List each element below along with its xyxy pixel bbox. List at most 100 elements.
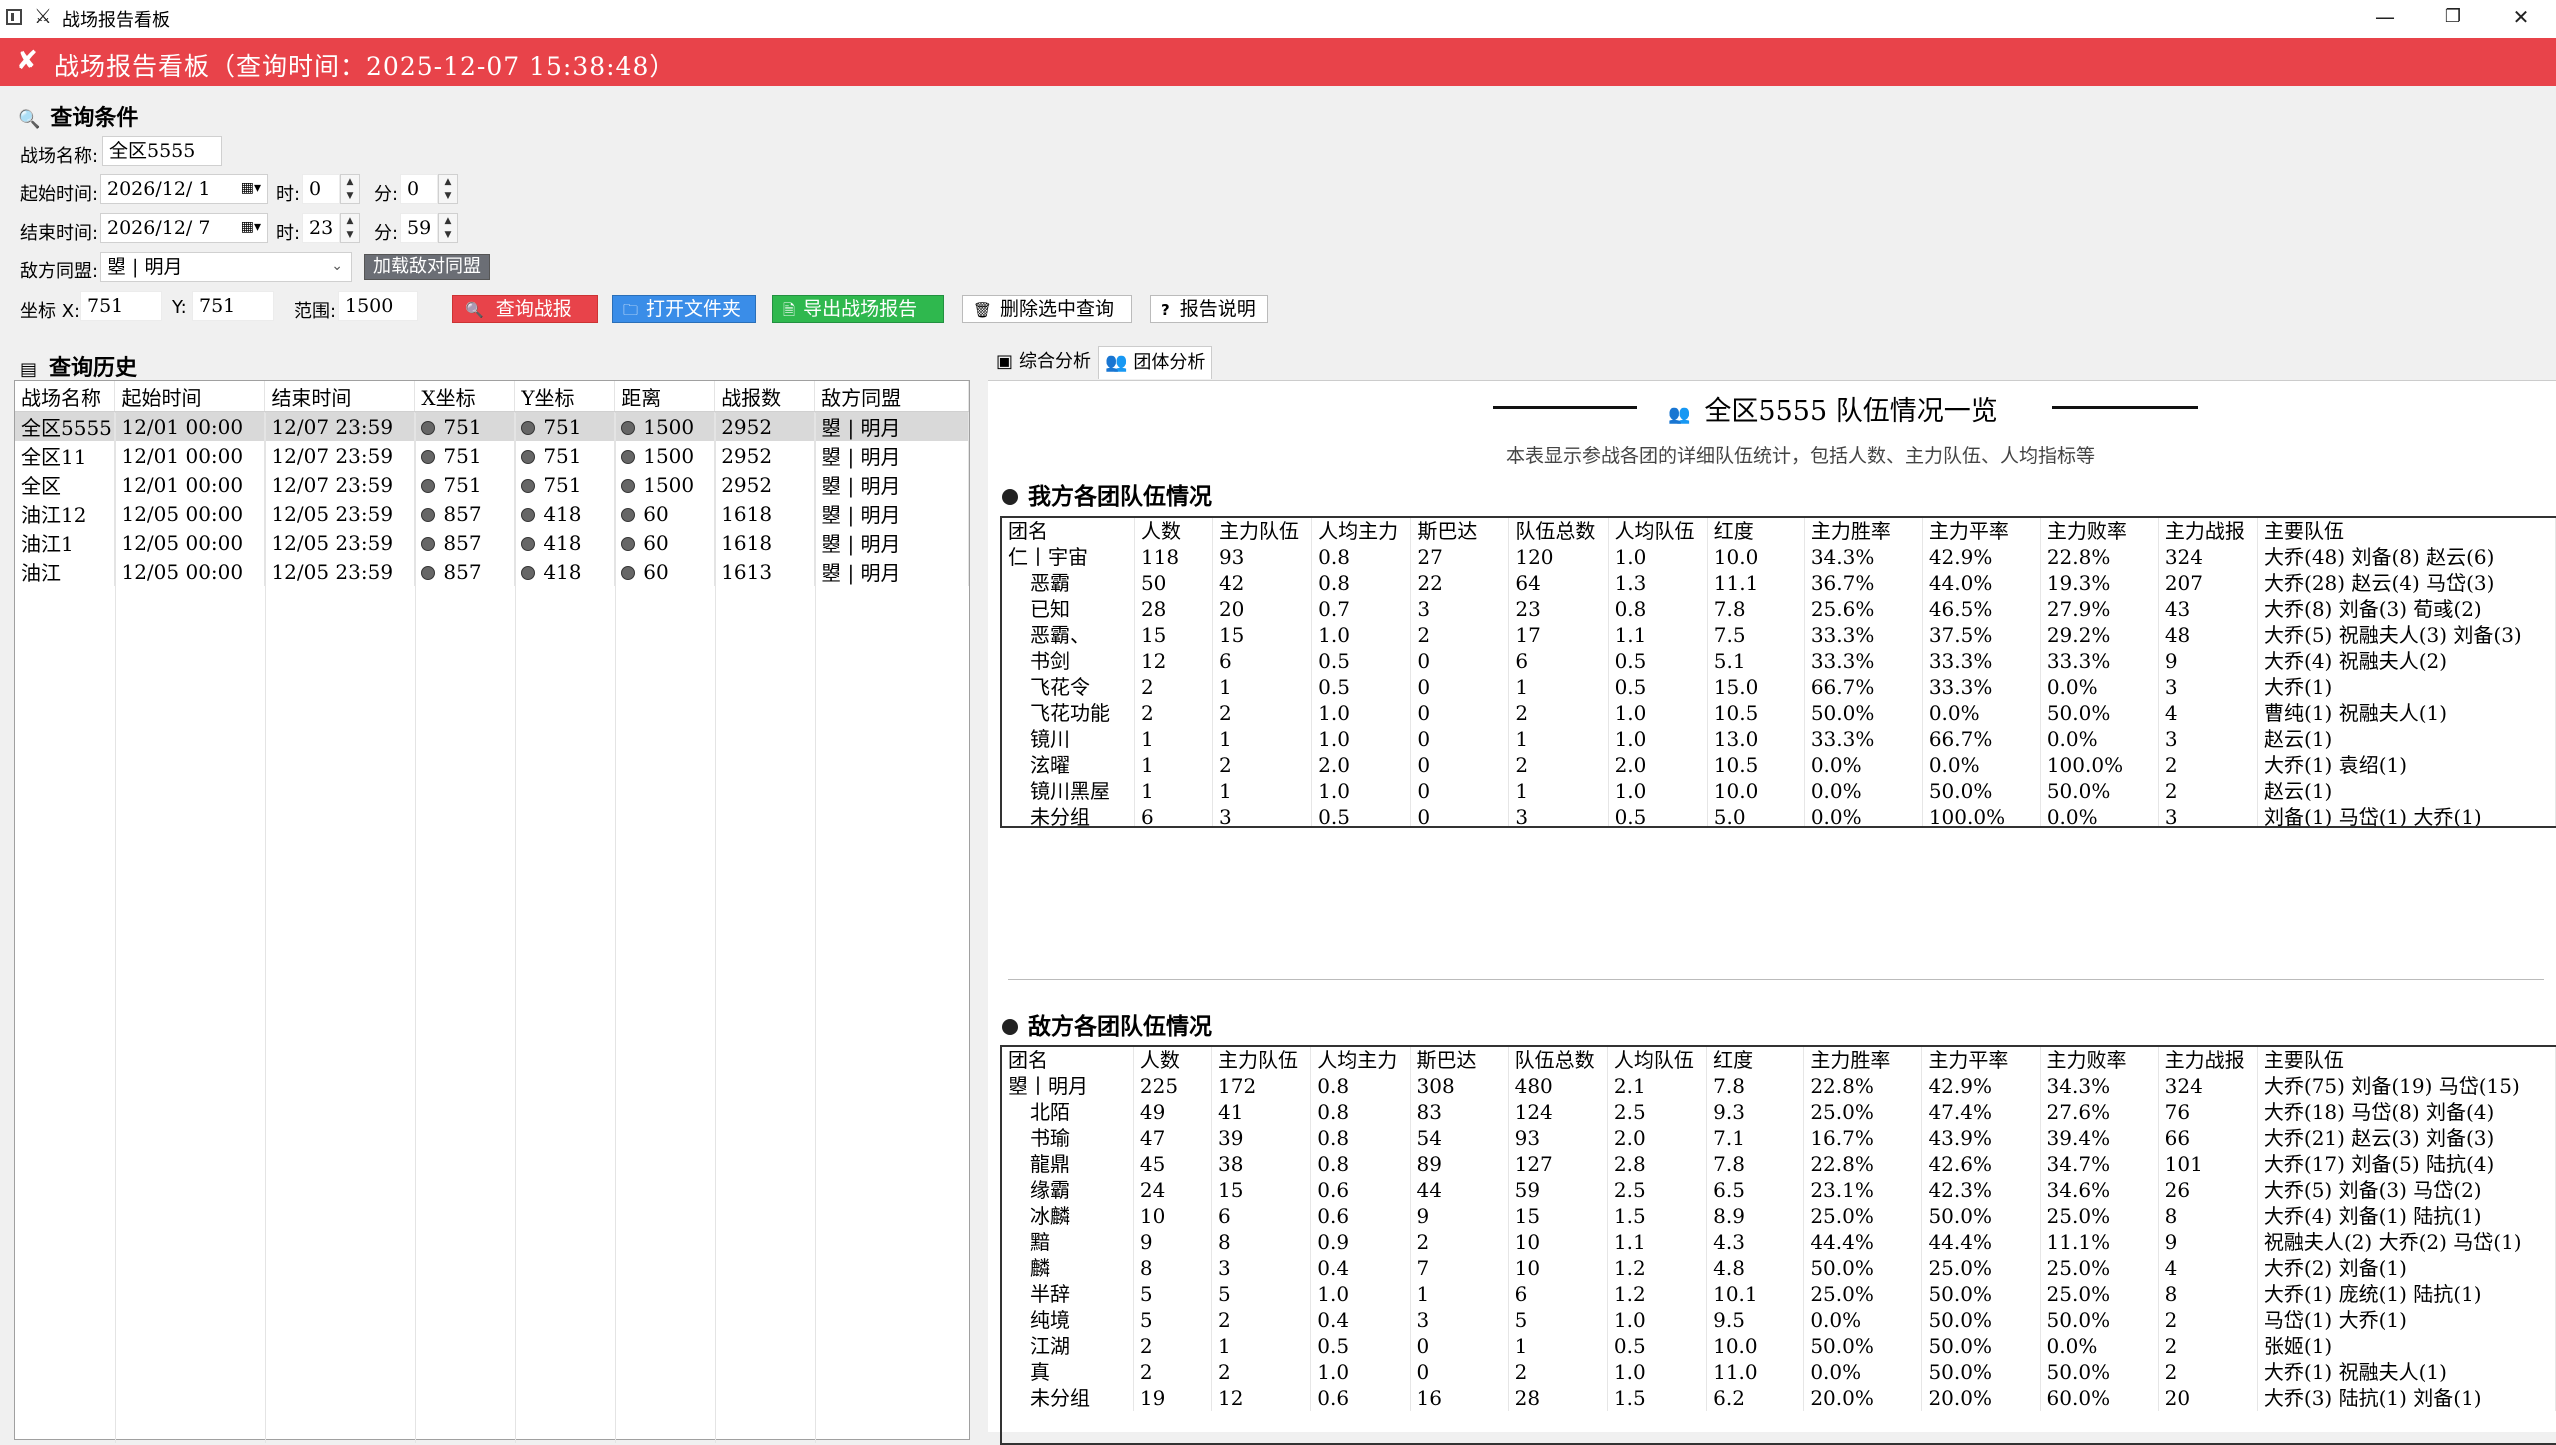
load-enemy-alliance-button[interactable]: 加载敌对同盟	[364, 254, 490, 280]
history-col-x[interactable]: X坐标	[414, 381, 516, 412]
tab-overview[interactable]: ▣ 综合分析	[990, 346, 1097, 378]
start-hour-stepper[interactable]: ▲ ▼	[340, 174, 360, 204]
column-header[interactable]: 团名	[1002, 518, 1135, 544]
column-header[interactable]: 队伍总数	[1508, 1047, 1608, 1073]
table-row[interactable]: 麟 8 3 0.4 7 10 1.2 4.8 50.0% 25.0% 25.0% 4 大乔(2) 刘备(…	[1002, 1255, 2556, 1281]
table-row[interactable]: 镜川黑屋 1 1 1.0 0 1 1.0 10.0 0.0% 50.0% 50.0% 2 赵云(1)	[1002, 778, 2556, 804]
table-row[interactable]: 曌丨明月 225 172 0.8 308 480 2.1 7.8 22.8% 42.9% 34.3%…	[1002, 1073, 2556, 1099]
column-header[interactable]: 人均队伍	[1608, 518, 1708, 544]
calendar-icon[interactable]: ▦▾	[241, 175, 261, 201]
table-row[interactable]: 纯境 5 2 0.4 3 5 1.0 9.5 0.0% 50.0% 50.0% 2 马岱(1) 大乔(1…	[1002, 1307, 2556, 1333]
history-table-panel[interactable]: 战场名称 起始时间 结束时间 X坐标 Y坐标 距离 战报数 敌方同盟 全区555…	[14, 380, 970, 1443]
coord-y-input[interactable]: 751	[192, 291, 274, 321]
table-row[interactable]: 缘霸 24 15 0.6 44 59 2.5 6.5 23.1% 42.3% 34.6% 26 大乔(5…	[1002, 1177, 2556, 1203]
end-minute-stepper[interactable]: ▲ ▼	[438, 213, 458, 243]
column-header[interactable]: 主力败率	[2040, 1047, 2159, 1073]
column-header[interactable]: 主要队伍	[2257, 518, 2556, 544]
column-header[interactable]: 人均主力	[1310, 1047, 1411, 1073]
table-row[interactable]: 黯 9 8 0.9 2 10 1.1 4.3 44.4% 44.4% 11.1% 9 祝融夫人(2) 大…	[1002, 1229, 2556, 1255]
column-header[interactable]: 人数	[1133, 1047, 1213, 1073]
history-row[interactable]: 全区 12/01 00:00 12/07 23:59 751 751 1500 …	[15, 470, 969, 499]
table-row[interactable]: 真 2 2 1.0 0 2 1.0 11.0 0.0% 50.0% 50.0% 2 大乔(1) 祝融夫人…	[1002, 1359, 2556, 1385]
battlefield-name-input[interactable]: 全区5555	[102, 136, 222, 166]
table-row[interactable]: 北陌 49 41 0.8 83 124 2.5 9.3 25.0% 47.4% 27.6% 76 大乔(…	[1002, 1099, 2556, 1125]
end-date-picker[interactable]: 2026/12/ 7 ▦▾	[100, 213, 268, 243]
history-col-name[interactable]: 战场名称	[15, 381, 116, 412]
open-folder-button[interactable]: 🗀 打开文件夹	[612, 295, 756, 323]
range-input[interactable]: 1500	[338, 291, 418, 321]
column-header[interactable]: 主力胜率	[1803, 1047, 1923, 1073]
history-col-enemy[interactable]: 敌方同盟	[814, 381, 969, 412]
table-cell: 3	[2158, 674, 2259, 700]
column-header[interactable]: 人均主力	[1311, 518, 1412, 544]
column-header[interactable]: 主力平率	[1922, 518, 2041, 544]
table-row[interactable]: 恶霸 50 42 0.8 22 64 1.3 11.1 36.7% 44.0% 19.3% 207 大乔…	[1002, 570, 2556, 596]
column-header[interactable]: 主力平率	[1921, 1047, 2041, 1073]
column-header[interactable]: 斯巴达	[1410, 1047, 1509, 1073]
column-header[interactable]: 人均队伍	[1607, 1047, 1708, 1073]
table-row[interactable]: 江湖 2 1 0.5 0 1 0.5 10.0 50.0% 50.0% 0.0% 2 张姬(1)	[1002, 1333, 2556, 1359]
history-row[interactable]: 全区5555 12/01 00:00 12/07 23:59 751 751 1…	[15, 411, 969, 441]
column-header[interactable]: 主要队伍	[2257, 1047, 2556, 1073]
maximize-button[interactable]: ❐	[2418, 0, 2488, 34]
table-cell: 20.0%	[1921, 1385, 2041, 1411]
history-col-y[interactable]: Y坐标	[514, 381, 616, 412]
table-row[interactable]: 飞花令 2 1 0.5 0 1 0.5 15.0 66.7% 33.3% 0.0% 3 大乔(1)	[1002, 674, 2556, 700]
column-header[interactable]: 主力败率	[2040, 518, 2159, 544]
start-date-picker[interactable]: 2026/12/ 1 ▦▾	[100, 174, 268, 204]
start-minute-input[interactable]: 0	[400, 174, 438, 204]
table-row[interactable]: 镜川 1 1 1.0 0 1 1.0 13.0 33.3% 66.7% 0.0% 3 赵云(1)	[1002, 726, 2556, 752]
end-hour-input[interactable]: 23	[302, 213, 340, 243]
minimize-button[interactable]: —	[2350, 0, 2420, 34]
table-row[interactable]: 泫曜 1 2 2.0 0 2 2.0 10.5 0.0% 0.0% 100.0% 2 大乔(1) 袁绍(…	[1002, 752, 2556, 778]
history-col-count[interactable]: 战报数	[714, 381, 816, 412]
column-header[interactable]: 队伍总数	[1508, 518, 1609, 544]
history-row[interactable]: 油江 12/05 00:00 12/05 23:59 857 418 60 16…	[15, 557, 969, 586]
history-row[interactable]: 油江1 12/05 00:00 12/05 23:59 857 418 60 1…	[15, 528, 969, 557]
coord-x-input[interactable]: 751	[80, 291, 162, 321]
table-row[interactable]: 龍鼎 45 38 0.8 89 127 2.8 7.8 22.8% 42.6% 34.7% 101 大乔…	[1002, 1151, 2556, 1177]
column-header[interactable]: 人数	[1134, 518, 1213, 544]
column-header[interactable]: 主力队伍	[1211, 1047, 1312, 1073]
delete-query-button[interactable]: 🗑 删除选中查询	[962, 295, 1132, 323]
query-report-button[interactable]: 🔍 查询战报	[452, 295, 598, 323]
enemy-teams-table-panel[interactable]: 团名 人数 主力队伍 人均主力 斯巴达 队伍总数 人均队伍 红度 主力胜率 主力平率 主力败率 主力战…	[1000, 1045, 2556, 1445]
table-row[interactable]: 仁丨宇宙 118 93 0.8 27 120 1.0 10.0 34.3% 42.9% 22.8% 3…	[1002, 544, 2556, 570]
close-button[interactable]: ✕	[2486, 0, 2556, 34]
column-header[interactable]: 主力战报	[2158, 518, 2259, 544]
column-header[interactable]: 主力队伍	[1212, 518, 1313, 544]
table-row[interactable]: 恶霸、 15 15 1.0 2 17 1.1 7.5 33.3% 37.5% 29.2% 48 大乔(5…	[1002, 622, 2556, 648]
end-hour-stepper[interactable]: ▲ ▼	[340, 213, 360, 243]
report-help-button[interactable]: ? 报告说明	[1150, 295, 1268, 323]
table-row[interactable]: 未分组 19 12 0.6 16 28 1.5 6.2 20.0% 20.0% 60.0% 20 大乔(…	[1002, 1385, 2556, 1411]
window-titlebar[interactable]: ⚔ 战场报告看板 — ❐ ✕	[0, 0, 2556, 38]
tab-team[interactable]: 👥 团体分析	[1098, 346, 1213, 379]
enemy-alliance-select[interactable]: 曌 | 明月 ⌄	[100, 252, 352, 282]
column-header[interactable]: 主力战报	[2158, 1047, 2258, 1073]
column-header[interactable]: 红度	[1707, 518, 1805, 544]
column-header[interactable]: 斯巴达	[1410, 518, 1510, 544]
table-row[interactable]: 书剑 12 6 0.5 0 6 0.5 5.1 33.3% 33.3% 33.3% 9 大乔(4) 祝融…	[1002, 648, 2556, 674]
team-analysis-panel[interactable]: 👥 全区5555 队伍情况一览 本表显示参战各团的详细队伍统计，包括人数、主力队伍…	[988, 380, 2556, 1445]
history-row[interactable]: 全区11 12/01 00:00 12/07 23:59 751 751 150…	[15, 441, 969, 470]
history-col-distance[interactable]: 距离	[614, 381, 716, 412]
history-col-end[interactable]: 结束时间	[264, 381, 416, 412]
table-row[interactable]: 书瑜 47 39 0.8 54 93 2.0 7.1 16.7% 43.9% 39.4% 66 大乔(2…	[1002, 1125, 2556, 1151]
end-minute-input[interactable]: 59	[400, 213, 438, 243]
table-row[interactable]: 冰麟 10 6 0.6 9 15 1.5 8.9 25.0% 50.0% 25.0% 8 大乔(4) 刘…	[1002, 1203, 2556, 1229]
column-header[interactable]: 团名	[1002, 1047, 1134, 1073]
table-row[interactable]: 飞花功能 2 2 1.0 0 2 1.0 10.5 50.0% 0.0% 50.0% 4 曹纯(1) 祝…	[1002, 700, 2556, 726]
history-col-start[interactable]: 起始时间	[114, 381, 266, 412]
table-row[interactable]: 半辞 5 5 1.0 1 6 1.2 10.1 25.0% 50.0% 25.0% 8 大乔(1) 庞统…	[1002, 1281, 2556, 1307]
column-header[interactable]: 红度	[1706, 1047, 1805, 1073]
export-report-button[interactable]: 🗎 导出战场报告	[772, 295, 944, 323]
column-header[interactable]: 主力胜率	[1804, 518, 1923, 544]
calendar-icon[interactable]: ▦▾	[241, 214, 261, 240]
our-teams-table-panel[interactable]: 团名 人数 主力队伍 人均主力 斯巴达 队伍总数 人均队伍 红度 主力胜率 主力平率 主力败率 主力战…	[1000, 516, 2556, 828]
table-row[interactable]: 未分组 6 3 0.5 0 3 0.5 5.0 0.0% 100.0% 0.0% 3 刘备(1) 马岱(…	[1002, 804, 2556, 826]
start-hour-input[interactable]: 0	[302, 174, 340, 204]
start-minute-stepper[interactable]: ▲ ▼	[438, 174, 458, 204]
table-cell: 3	[1508, 804, 1609, 826]
table-row[interactable]: 已知 28 20 0.7 3 23 0.8 7.8 25.6% 46.5% 27.9% 43 大乔(8)…	[1002, 596, 2556, 622]
history-row[interactable]: 油江12 12/05 00:00 12/05 23:59 857 418 60 …	[15, 499, 969, 528]
